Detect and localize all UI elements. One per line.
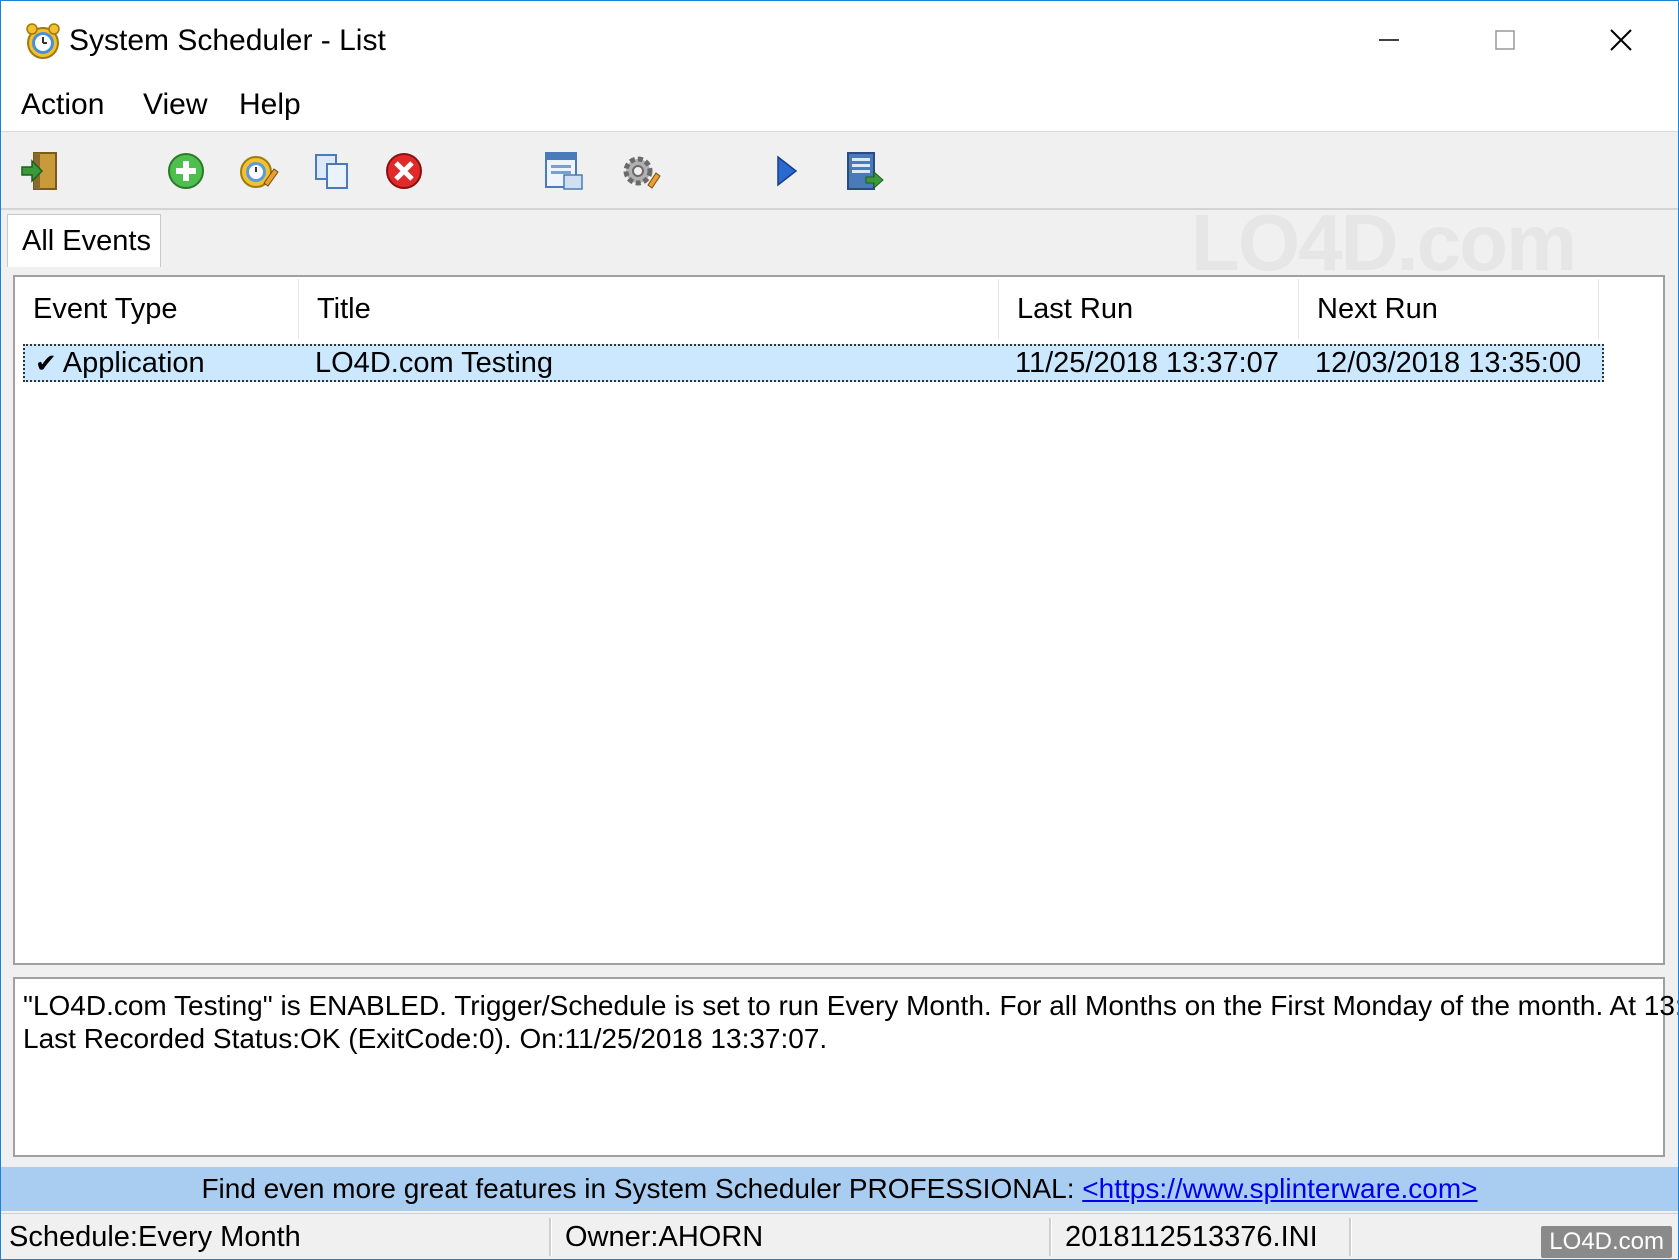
edit-event-icon bbox=[240, 156, 279, 188]
promo-link[interactable]: <https://www.splinterware.com> bbox=[1082, 1173, 1477, 1204]
watermark-badge: LO4D.com bbox=[1541, 1226, 1672, 1258]
maximize-button[interactable] bbox=[1447, 1, 1563, 79]
tab-all-events[interactable]: All Events bbox=[7, 214, 161, 267]
menu-bar: Action View Help bbox=[1, 79, 1678, 132]
status-separator bbox=[1349, 1218, 1352, 1256]
detail-line-2: Last Recorded Status:OK (ExitCode:0). On… bbox=[23, 1023, 828, 1054]
delete-event-button[interactable] bbox=[379, 146, 429, 196]
last-run-cell: 11/25/2018 13:37:07 bbox=[1015, 347, 1279, 379]
event-detail-panel: "LO4D.com Testing" is ENABLED. Trigger/S… bbox=[13, 977, 1679, 1157]
event-list[interactable]: Event Type Title Last Run Next Run ✔ Appl… bbox=[13, 275, 1665, 965]
preferences-button[interactable] bbox=[615, 146, 665, 196]
add-event-icon bbox=[168, 153, 204, 189]
status-file: 2018112513376.INI bbox=[1065, 1221, 1318, 1253]
promo-text: Find even more great features in System … bbox=[201, 1173, 1083, 1204]
add-event-button[interactable] bbox=[161, 146, 211, 196]
exit-icon bbox=[21, 152, 57, 190]
close-button[interactable] bbox=[1563, 1, 1678, 79]
column-header-event-type[interactable]: Event Type bbox=[15, 279, 299, 339]
event-type-value: Application bbox=[62, 347, 205, 379]
copy-event-icon bbox=[315, 154, 348, 189]
status-owner: Owner:AHORN bbox=[565, 1221, 764, 1253]
title-cell: LO4D.com Testing bbox=[315, 347, 554, 379]
status-bar: Schedule:Every Month Owner:AHORN 2018112… bbox=[1, 1213, 1678, 1259]
export-button[interactable] bbox=[839, 146, 889, 196]
column-header-next-run[interactable]: Next Run bbox=[1299, 279, 1599, 339]
run-now-button[interactable] bbox=[761, 146, 811, 196]
event-type-cell: ✔ Application bbox=[35, 344, 205, 382]
maximize-icon bbox=[1495, 30, 1515, 50]
exit-button[interactable] bbox=[15, 146, 65, 196]
view-log-button[interactable] bbox=[539, 146, 589, 196]
status-separator bbox=[549, 1218, 552, 1256]
minimize-icon bbox=[1379, 39, 1399, 41]
delete-event-icon bbox=[386, 153, 422, 189]
app-window: System Scheduler - List Action View Help bbox=[0, 0, 1679, 1260]
preferences-icon bbox=[623, 156, 661, 189]
column-header-title[interactable]: Title bbox=[299, 279, 999, 339]
table-row[interactable]: ✔ Application LO4D.com Testing 11/25/2018… bbox=[23, 344, 1604, 382]
column-header-last-run[interactable]: Last Run bbox=[999, 279, 1299, 339]
menu-help[interactable]: Help bbox=[235, 85, 305, 125]
checkmark-icon: ✔ bbox=[35, 348, 57, 378]
minimize-button[interactable] bbox=[1331, 1, 1447, 79]
status-schedule: Schedule:Every Month bbox=[9, 1221, 301, 1253]
promo-bar: Find even more great features in System … bbox=[1, 1167, 1678, 1211]
menu-view[interactable]: View bbox=[139, 85, 211, 125]
alarm-clock-icon bbox=[26, 23, 60, 59]
close-icon bbox=[1610, 29, 1632, 51]
status-separator bbox=[1049, 1218, 1052, 1256]
title-bar: System Scheduler - List bbox=[1, 1, 1678, 79]
export-icon bbox=[847, 152, 884, 190]
menu-action[interactable]: Action bbox=[17, 85, 108, 125]
tab-label: All Events bbox=[22, 225, 151, 257]
copy-event-button[interactable] bbox=[307, 146, 357, 196]
next-run-cell: 12/03/2018 13:35:00 bbox=[1315, 347, 1582, 379]
window-title: System Scheduler - List bbox=[69, 24, 386, 57]
run-now-icon bbox=[777, 155, 798, 187]
view-log-icon bbox=[545, 152, 583, 190]
detail-line-1: "LO4D.com Testing" is ENABLED. Trigger/S… bbox=[23, 990, 1679, 1021]
edit-event-button[interactable] bbox=[233, 146, 283, 196]
